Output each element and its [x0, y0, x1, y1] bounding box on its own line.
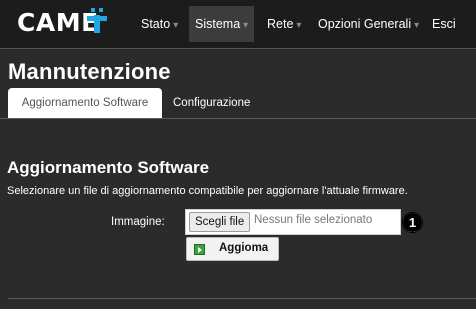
nav-item-label: Sistema	[195, 17, 241, 31]
nav-item-label: Opzioni Generali	[318, 17, 412, 31]
update-button-label: Aggioma	[219, 242, 269, 254]
tabs-divider	[0, 118, 476, 119]
nav-item-label: Esci	[432, 17, 456, 31]
nav-item-stato[interactable]: Stato ▾	[141, 15, 178, 33]
callout-marker: 1	[402, 212, 423, 233]
nav-item-opzioni-generali[interactable]: Opzioni Generali ▾	[318, 15, 419, 33]
choose-file-button[interactable]: Scegli file	[189, 212, 251, 232]
section-divider	[8, 298, 476, 299]
nav-item-label: Rete	[267, 17, 294, 31]
chevron-down-icon: ▾	[296, 20, 302, 31]
no-file-selected-text: Nessun file selezionato	[254, 214, 373, 226]
firmware-file-input[interactable]: Scegli file Nessun file selezionato	[185, 209, 401, 235]
chevron-down-icon: ▾	[414, 20, 420, 31]
brand-mark-icon	[87, 8, 107, 33]
chevron-down-icon: ▾	[243, 20, 249, 31]
image-field-label: Immagine:	[111, 216, 165, 228]
top-navigation-bar: CAME Stato ▾ Sistema ▾ Rete ▾ Opzioni Gener…	[0, 0, 476, 49]
nav-item-label: Stato	[141, 17, 171, 31]
section-description: Selezionare un file di aggiornamento com…	[7, 185, 408, 197]
page-title: Mannutenzione	[8, 59, 171, 84]
chevron-down-icon: ▾	[173, 20, 179, 31]
tab-configurazione[interactable]: Configurazione	[173, 88, 250, 119]
nav-item-esci[interactable]: Esci	[432, 15, 456, 33]
callout-number: 1	[403, 213, 422, 232]
section-title: Aggiornamento Software	[7, 158, 210, 177]
nav-item-rete[interactable]: Rete ▾	[267, 15, 301, 33]
play-icon	[194, 244, 205, 255]
update-button[interactable]: Aggioma	[186, 237, 279, 261]
tab-aggiornamento-software[interactable]: Aggiornamento Software	[8, 88, 162, 119]
nav-item-sistema[interactable]: Sistema ▾	[195, 15, 248, 33]
